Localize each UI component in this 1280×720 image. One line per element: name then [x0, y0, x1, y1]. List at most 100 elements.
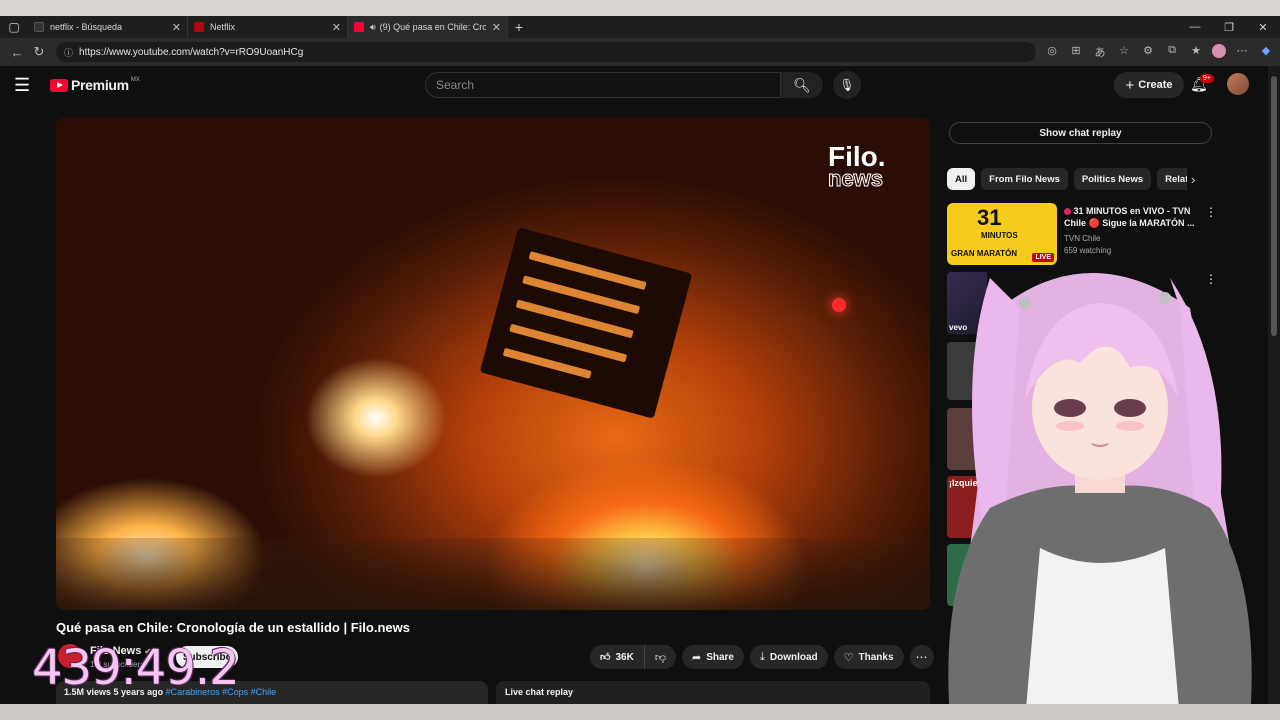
minimize-button[interactable]: —	[1178, 21, 1212, 34]
page-scrollbar[interactable]	[1268, 66, 1280, 704]
filo-news-watermark: Filo. news	[828, 142, 886, 192]
thumbs-up-icon: 👍︎	[600, 652, 611, 663]
close-window-button[interactable]: ✕	[1246, 21, 1280, 34]
tab-title: Netflix	[210, 22, 236, 32]
tab-title: netflix - Búsqueda	[50, 22, 123, 32]
traffic-light-image	[832, 298, 846, 312]
notification-badge: 9+	[1200, 74, 1214, 83]
thanks-button[interactable]: ♡ Thanks	[833, 645, 904, 669]
share-button[interactable]: ➦ Share	[681, 645, 744, 669]
show-chat-replay-button[interactable]: Show chat replay	[949, 122, 1212, 144]
tab-youtube-video[interactable]: 🔊︎ (9) Qué pasa en Chile: Crono ✕	[348, 16, 508, 38]
tab-netflix[interactable]: Netflix ✕	[188, 16, 348, 38]
browser-tab-strip: ▢ netflix - Búsqueda ✕ Netflix ✕ 🔊︎ (9) …	[0, 16, 1280, 38]
maximize-button[interactable]: ❐	[1212, 21, 1246, 34]
like-count: 36K	[615, 651, 634, 663]
copilot-icon[interactable]: ◆	[1258, 44, 1274, 60]
live-dot-icon	[1064, 208, 1071, 215]
chip-politics-news[interactable]: Politics News	[1073, 168, 1152, 190]
shield-icon[interactable]: ◎	[1044, 44, 1060, 60]
recommendation-chips: All From Filo News Politics News Related	[947, 168, 1187, 190]
chip-related[interactable]: Related	[1157, 168, 1187, 190]
search-input[interactable]	[436, 78, 770, 92]
user-avatar[interactable]	[1227, 73, 1249, 95]
favorites-icon[interactable]: ★	[1188, 44, 1204, 60]
youtube-premium-logo[interactable]: Premium MX	[50, 77, 140, 93]
translate-icon[interactable]: あ	[1092, 44, 1108, 60]
search-button[interactable]: 🔍︎	[781, 72, 823, 98]
watermark-line-2: news	[828, 166, 884, 192]
download-label: Download	[769, 651, 818, 663]
chip-from-filo-news[interactable]: From Filo News	[981, 168, 1068, 190]
youtube-play-icon	[50, 78, 68, 92]
live-chat-replay-header[interactable]: Live chat replay	[496, 681, 930, 704]
stream-frame-bottom	[0, 704, 1280, 720]
url-field[interactable]: ⓘ https://www.youtube.com/watch?v=rRO9Uo…	[56, 42, 1036, 62]
thumb-text-31: 31	[977, 205, 1002, 230]
search-favicon-icon	[34, 22, 44, 32]
video-actions: 👍︎ 36K 👎︎ ➦ Share ⤓ Download ♡ Thanks ⋯	[590, 645, 934, 669]
recommendation-channel: TVN Chile	[1064, 234, 1101, 243]
url-text: https://www.youtube.com/watch?v=rRO9Uoan…	[79, 46, 304, 58]
screen: ▢ netflix - Búsqueda ✕ Netflix ✕ 🔊︎ (9) …	[0, 0, 1280, 720]
logo-text: Premium	[71, 77, 129, 93]
download-button[interactable]: ⤓ Download	[750, 645, 828, 669]
close-tab-icon[interactable]: ✕	[332, 21, 341, 34]
close-tab-icon[interactable]: ✕	[492, 21, 501, 34]
apps-icon[interactable]: ⊞	[1068, 44, 1084, 60]
new-tab-button[interactable]: +	[508, 19, 530, 35]
scrollbar-thumb[interactable]	[1271, 76, 1277, 336]
tab-netflix-search[interactable]: netflix - Búsqueda ✕	[28, 16, 188, 38]
burning-pallet-image	[479, 227, 693, 419]
more-dots-icon: ⋯	[915, 650, 928, 664]
refresh-icon[interactable]: ↻	[28, 44, 50, 60]
toolbar-icons: ◎ ⊞ あ ☆ ⚙ ⧉ ★ ⋯ ◆	[1044, 44, 1274, 60]
chip-all[interactable]: All	[947, 168, 976, 190]
window-controls: — ❐ ✕	[1178, 21, 1280, 34]
plus-icon: +	[1125, 76, 1135, 94]
recommendation-title: 31 MINUTOS en VIVO - TVN Chile 🔴 Sigue l…	[1064, 205, 1199, 229]
download-icon: ⤓	[760, 650, 765, 663]
chevron-right-icon[interactable]: ›	[1191, 172, 1195, 187]
back-icon[interactable]: ←	[6, 45, 28, 60]
logo-region: MX	[130, 77, 140, 83]
address-bar: ← ↻ ⓘ https://www.youtube.com/watch?v=rR…	[0, 38, 1280, 66]
split-screen-icon[interactable]: ⧉	[1164, 44, 1180, 60]
thanks-label: Thanks	[858, 651, 894, 663]
recommendation-title-text: 31 MINUTOS en VIVO - TVN Chile 🔴 Sigue l…	[1064, 206, 1195, 228]
thumbs-down-icon: 👎︎	[654, 651, 666, 664]
like-button[interactable]: 👍︎ 36K	[590, 645, 645, 669]
menu-hamburger-icon[interactable]: ☰	[14, 75, 40, 96]
vtuber-avatar-overlay	[948, 273, 1252, 720]
dislike-button[interactable]: 👎︎	[645, 645, 676, 669]
youtube-header: ☰ Premium MX 🔍︎ 🎙︎ + Create 🔔︎ 9+	[0, 66, 1280, 104]
youtube-favicon-icon	[354, 22, 364, 32]
share-arrow-icon: ➦	[691, 651, 702, 664]
menu-dots-icon[interactable]: ⋯	[1234, 44, 1250, 60]
share-label: Share	[706, 651, 734, 663]
favorite-star-icon[interactable]: ☆	[1116, 44, 1132, 60]
stream-timer-overlay: 439:49.2	[32, 640, 240, 696]
stream-frame-top	[0, 0, 1280, 16]
tab-actions-icon[interactable]: ▢	[0, 16, 28, 38]
more-options-icon[interactable]: ⋮	[1205, 205, 1217, 219]
create-button[interactable]: + Create	[1114, 72, 1184, 98]
voice-search-button[interactable]: 🎙︎	[833, 71, 861, 99]
speaker-icon[interactable]: 🔊︎	[370, 22, 376, 33]
search-box	[425, 72, 781, 98]
video-player[interactable]: Filo. news	[56, 118, 930, 610]
netflix-favicon-icon	[194, 22, 204, 32]
site-info-icon[interactable]: ⓘ	[64, 46, 73, 59]
like-dislike-group: 👍︎ 36K 👎︎	[590, 645, 676, 669]
search-icon: 🔍︎	[793, 76, 811, 93]
thumb-text-minutos: MINUTOS	[981, 231, 1018, 240]
create-label: Create	[1138, 79, 1173, 91]
extensions-icon[interactable]: ⚙	[1140, 44, 1156, 60]
close-tab-icon[interactable]: ✕	[172, 21, 181, 34]
video-ground	[56, 538, 930, 610]
microphone-icon: 🎙︎	[839, 78, 855, 92]
video-title: Qué pasa en Chile: Cronología de un esta…	[56, 620, 410, 635]
profile-avatar-icon[interactable]	[1212, 44, 1226, 58]
thanks-heart-icon: ♡	[843, 651, 854, 664]
tab-title: (9) Qué pasa en Chile: Crono	[379, 22, 486, 32]
